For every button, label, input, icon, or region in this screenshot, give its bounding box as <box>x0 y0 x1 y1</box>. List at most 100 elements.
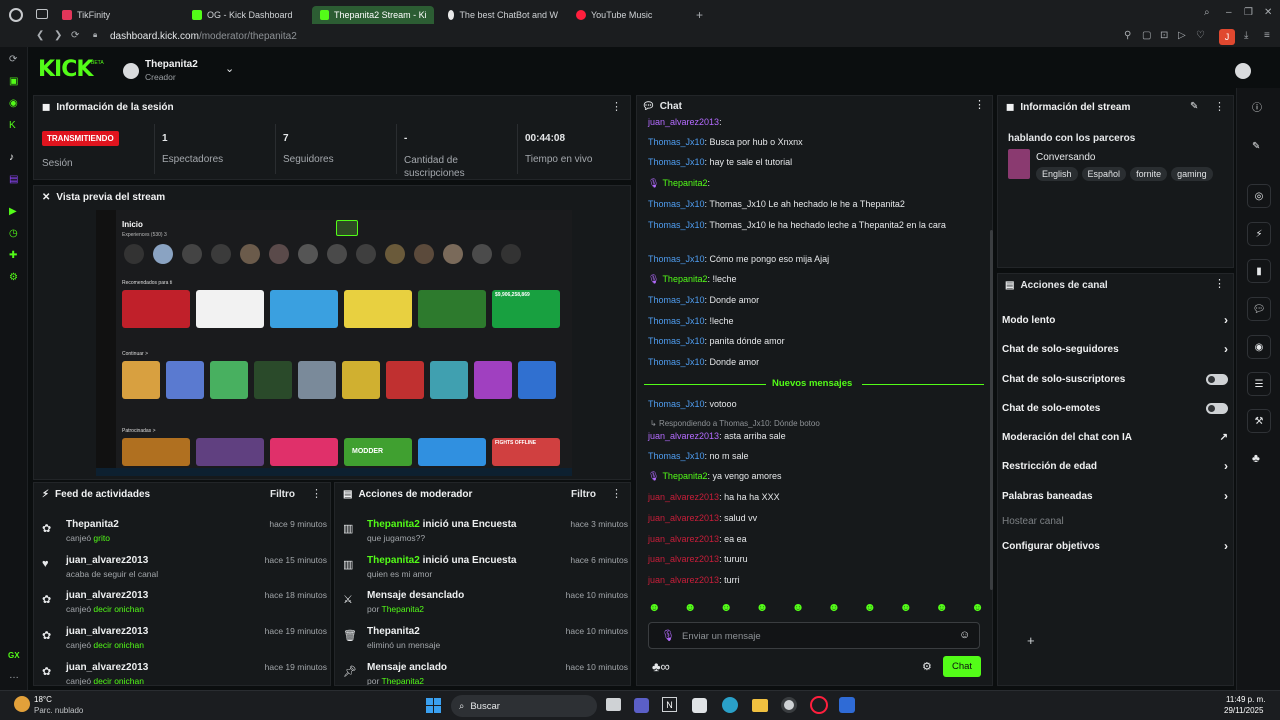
activity-filter-button[interactable]: Filtro <box>270 489 295 500</box>
chat-settings-icon[interactable]: ⚙ <box>922 660 932 673</box>
infinity-icon[interactable]: ♣∞ <box>652 659 670 674</box>
chat-message[interactable]: Thomas_Jx10: hay te sale el tutorial <box>648 157 792 167</box>
chat-message[interactable]: 🎙︎ Thepanita2: ya vengo amores <box>648 471 782 482</box>
chat-username[interactable]: Thomas_Jx10 <box>648 295 705 305</box>
action-banned-words[interactable]: Palabras baneadas › <box>1002 487 1228 505</box>
browser-menu-icon[interactable]: ≡ <box>1264 31 1270 41</box>
chat-message[interactable]: Thomas_Jx10: Thomas_Jx10 Le ah hechado l… <box>648 199 905 209</box>
user-avatar[interactable] <box>1235 63 1251 79</box>
chat-message[interactable]: 🎙︎ Thepanita2: <box>648 178 710 189</box>
chat-username[interactable]: Thomas_Jx10 <box>648 199 705 209</box>
play-icon[interactable]: ▷ <box>1178 31 1186 41</box>
emote-icon[interactable]: ☻ <box>899 600 912 616</box>
mod-filter-button[interactable]: Filtro <box>571 489 596 500</box>
chat-username[interactable]: Thepanita2 <box>662 178 707 188</box>
notion-icon[interactable]: N <box>662 697 677 712</box>
explorer-icon[interactable] <box>752 699 768 712</box>
chat-message[interactable]: Thomas_Jx10: panita dónde amor <box>648 336 785 346</box>
chat-message[interactable]: Thomas_Jx10: no m sale <box>648 451 749 461</box>
action-slow-mode[interactable]: Modo lento › <box>1002 311 1228 329</box>
chat-username[interactable]: Thepanita2 <box>662 471 707 481</box>
more-icon[interactable]: … <box>9 671 19 681</box>
tab-chatbot[interactable]: The best ChatBot and W <box>440 6 566 24</box>
bolt-tool-button[interactable]: ⚡︎ <box>1247 222 1271 246</box>
profile-avatar[interactable]: J <box>1219 29 1235 45</box>
emote-icon[interactable]: ☻ <box>971 600 984 616</box>
tag[interactable]: gaming <box>1171 167 1213 181</box>
chat-message[interactable]: Thomas_Jx10: Donde amor <box>648 357 759 367</box>
chat-message[interactable]: Thomas_Jx10: !leche <box>648 316 734 326</box>
stream-video[interactable]: Inicio Experiences (530) 3 Recomendados … <box>96 210 572 476</box>
emotes-only-toggle[interactable] <box>1206 402 1228 414</box>
speed-dial-icon[interactable]: ⟳ <box>9 55 17 65</box>
edit-icon[interactable]: ✎ <box>1190 101 1198 112</box>
chat-message[interactable]: Thomas_Jx10: Cómo me pongo eso mija Ajaj <box>648 254 829 264</box>
channel-actions-menu-icon[interactable]: ⋮ <box>1214 279 1225 290</box>
emote-icon[interactable]: ☻ <box>935 600 948 616</box>
start-icon[interactable] <box>426 698 441 713</box>
chat-message[interactable]: Thomas_Jx10: votooo <box>648 399 737 409</box>
chat-username[interactable]: juan_alvarez2013 <box>648 431 719 441</box>
chat-username[interactable]: juan_alvarez2013 <box>648 554 719 564</box>
pin-page-icon[interactable]: ⚲ <box>1124 31 1131 41</box>
twitch-icon[interactable]: ▤ <box>9 175 18 185</box>
address-bar[interactable]: dashboard.kick.com/moderator/thepanita2 <box>110 31 297 42</box>
task-view-icon[interactable] <box>606 698 621 711</box>
broadcast-tool-button[interactable]: ◉ <box>1247 335 1271 359</box>
channel-avatar[interactable] <box>123 63 139 79</box>
edge-icon[interactable] <box>722 697 738 713</box>
chat-username[interactable]: Thepanita2 <box>662 274 707 284</box>
chat-username[interactable]: Thomas_Jx10 <box>648 336 705 346</box>
chat-input[interactable]: 🎙︎ Enviar un mensaje ☺ <box>648 622 980 649</box>
chat-message[interactable]: Thomas_Jx10: Donde amor <box>648 295 759 305</box>
chat-username[interactable]: juan_alvarez2013 <box>648 575 719 585</box>
wrench-tool-button[interactable]: ⚒ <box>1247 409 1271 433</box>
tab-tikfinity[interactable]: TikFinity <box>54 6 182 24</box>
activity-menu-icon[interactable]: ⋮ <box>311 487 322 500</box>
reload-icon[interactable]: ⟳ <box>71 31 79 41</box>
stream-info-menu-icon[interactable]: ⋮ <box>1214 100 1225 113</box>
chat-message[interactable]: 🎙︎ Thepanita2: !leche <box>648 274 737 285</box>
action-followers-only[interactable]: Chat de solo-seguidores › <box>1002 340 1228 358</box>
chat-username[interactable]: Thomas_Jx10 <box>648 399 705 409</box>
sidebar-toggle-icon[interactable] <box>36 9 48 19</box>
tab-kick-dashboard[interactable]: OG - Kick Dashboard <box>184 6 310 24</box>
tab-thepanita2-stream[interactable]: Thepanita2 Stream - Kick <box>312 6 434 24</box>
chat-username[interactable]: Thomas_Jx10 <box>648 316 705 326</box>
browser-logo-icon[interactable] <box>9 8 23 22</box>
tab-youtube-music[interactable]: YouTube Music <box>568 6 688 24</box>
kick-logo[interactable]: KICK <box>38 57 93 82</box>
send-chat-button[interactable]: Chat <box>943 656 981 677</box>
taskbar-search[interactable]: ⌕ Buscar <box>451 695 597 717</box>
mod-menu-icon[interactable]: ⋮ <box>611 487 622 500</box>
subscribers-only-toggle[interactable] <box>1206 373 1228 385</box>
chat-message[interactable]: juan_alvarez2013: asta arriba sale <box>648 431 786 441</box>
clock-date[interactable]: 29/11/2025 <box>1224 706 1263 715</box>
teams-icon[interactable] <box>634 698 649 713</box>
emote-icon[interactable]: ☻ <box>792 600 805 616</box>
clock-time[interactable]: 11:49 p. m. <box>1226 695 1265 704</box>
chat-tool-button[interactable]: 💬︎ <box>1247 297 1271 321</box>
download-icon[interactable]: ⤓ <box>1244 31 1248 41</box>
chat-username[interactable]: juan_alvarez2013 <box>648 534 719 544</box>
opera-gx-icon[interactable] <box>810 696 828 714</box>
back-icon[interactable]: ❮ <box>36 31 44 41</box>
emote-icon[interactable]: ☻ <box>684 600 697 616</box>
player-icon[interactable]: ▶ <box>9 207 17 217</box>
chat-message[interactable]: juan_alvarez2013: salud vv <box>648 513 757 523</box>
chat-message[interactable]: juan_alvarez2013: <box>648 117 722 127</box>
tag[interactable]: English <box>1036 167 1078 181</box>
chat-menu-icon[interactable]: ⋮ <box>974 100 985 111</box>
layers-tool-button[interactable]: ☰ <box>1247 372 1271 396</box>
nodes-icon[interactable]: ♣ <box>1252 452 1260 464</box>
new-tab-icon[interactable]: + <box>696 9 703 21</box>
info-icon[interactable]: ⓘ <box>1252 104 1262 114</box>
action-ai-moderation[interactable]: Moderación del chat con IA ↗ <box>1002 428 1228 446</box>
chat-username[interactable]: Thomas_Jx10 <box>648 220 705 230</box>
store-icon[interactable] <box>692 698 707 713</box>
chat-username[interactable]: Thomas_Jx10 <box>648 254 705 264</box>
chat-scrollbar[interactable] <box>990 230 993 590</box>
tag[interactable]: fornite <box>1130 167 1168 181</box>
chevron-down-icon[interactable]: ⌄ <box>225 64 234 75</box>
chat-username[interactable]: Thomas_Jx10 <box>648 137 705 147</box>
